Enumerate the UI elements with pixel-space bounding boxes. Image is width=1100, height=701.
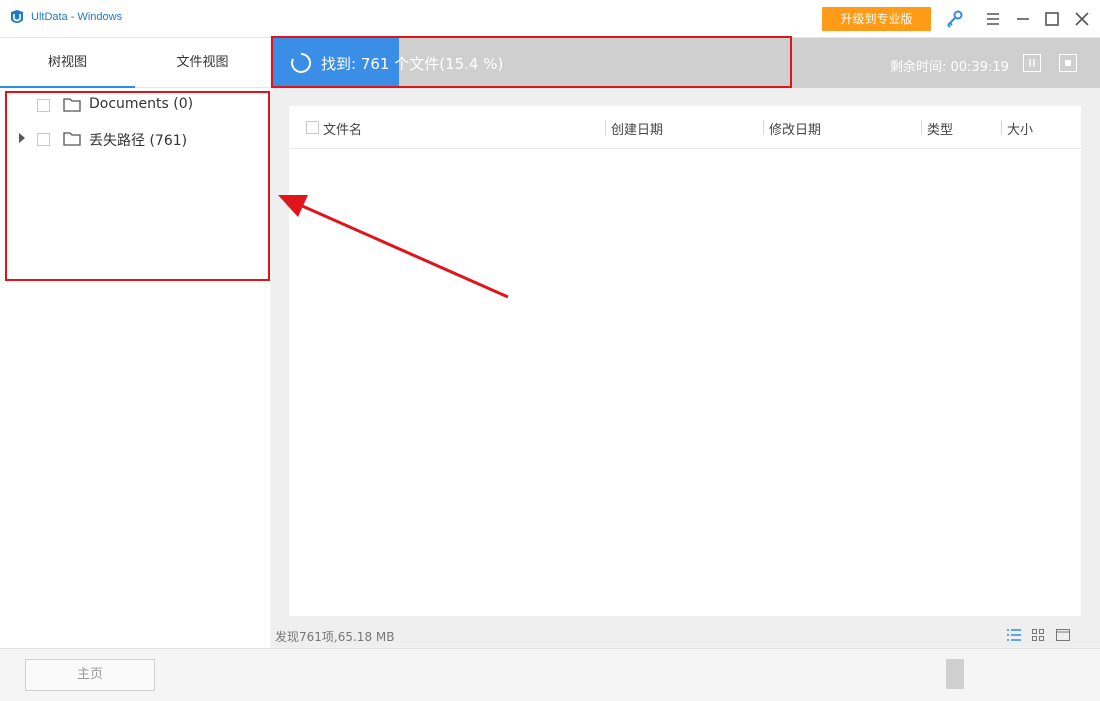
- stop-icon: [1065, 60, 1071, 66]
- home-button[interactable]: 主页: [25, 659, 155, 691]
- tab-file-view[interactable]: 文件视图: [135, 38, 270, 88]
- close-icon[interactable]: [1072, 9, 1092, 29]
- minimize-icon[interactable]: [1013, 9, 1033, 29]
- status-bar: 发现761项,65.18 MB: [271, 623, 1100, 647]
- annotation-arrow: [278, 195, 509, 299]
- upgrade-button[interactable]: 升级到专业版: [822, 7, 931, 31]
- app-logo: [11, 10, 23, 23]
- annotation-box-tree: [5, 91, 270, 281]
- column-header-modified[interactable]: 修改日期: [769, 119, 821, 138]
- tab-tree-view[interactable]: 树视图: [0, 38, 135, 88]
- title-bar: UltData - Windows 升级到专业版: [0, 0, 1100, 38]
- annotation-box-progress: [271, 36, 792, 88]
- scan-summary: 发现761项,65.18 MB: [275, 630, 395, 644]
- grid-view-icon[interactable]: [1032, 629, 1044, 641]
- footer: 主页: [0, 648, 1100, 701]
- pause-button[interactable]: [1023, 54, 1041, 72]
- table-header: 文件名 创建日期 修改日期 类型 大小: [289, 106, 1081, 149]
- column-header-type[interactable]: 类型: [927, 119, 953, 138]
- window-title: UltData - Windows: [31, 11, 123, 23]
- column-separator: [763, 120, 764, 135]
- column-separator: [605, 120, 606, 135]
- list-view-icon[interactable]: [1007, 629, 1021, 641]
- recover-button[interactable]: [946, 659, 964, 689]
- main-area: 文件名 创建日期 修改日期 类型 大小: [271, 88, 1100, 623]
- pause-icon: [1029, 59, 1035, 67]
- column-separator: [1001, 120, 1002, 135]
- column-header-size[interactable]: 大小: [1007, 119, 1033, 138]
- remaining-time: 剩余时间: 00:39:19: [890, 60, 1009, 75]
- file-table: 文件名 创建日期 修改日期 类型 大小: [289, 106, 1081, 616]
- preview-view-icon[interactable]: [1056, 629, 1070, 641]
- stop-button[interactable]: [1059, 54, 1077, 72]
- column-header-name[interactable]: 文件名: [323, 119, 362, 138]
- column-separator: [921, 120, 922, 135]
- column-header-created[interactable]: 创建日期: [611, 119, 663, 138]
- select-all-checkbox[interactable]: [306, 121, 319, 134]
- key-icon[interactable]: [945, 9, 965, 29]
- maximize-icon[interactable]: [1042, 9, 1062, 29]
- menu-icon[interactable]: [983, 9, 1003, 29]
